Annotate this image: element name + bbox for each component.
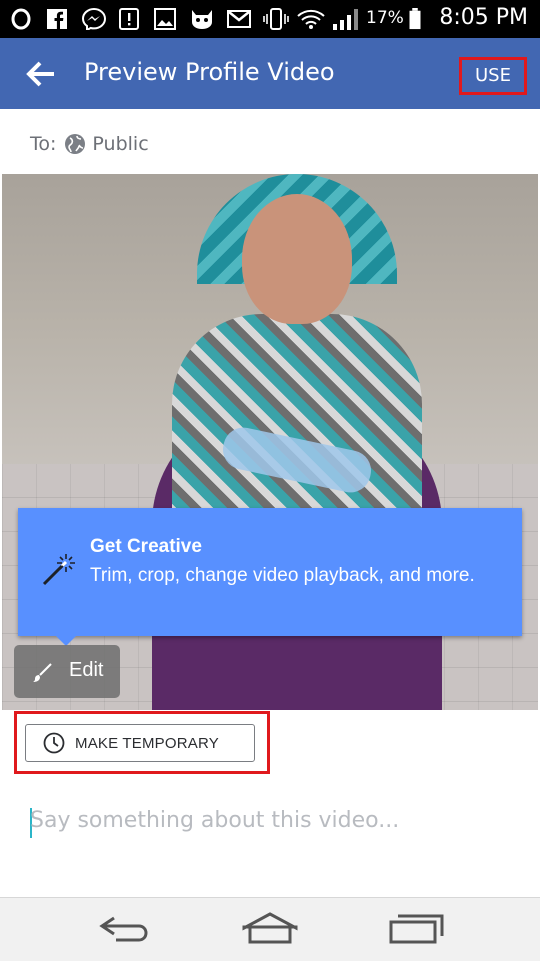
wifi-icon	[297, 9, 325, 29]
clock-time: 8:05 PM	[439, 5, 528, 30]
audience-prefix: To:	[30, 133, 57, 155]
use-button[interactable]: USE	[459, 57, 527, 95]
edit-button[interactable]: Edit	[14, 645, 120, 698]
battery-icon	[409, 8, 421, 30]
facebook-icon	[47, 9, 67, 29]
recents-nav-icon[interactable]	[388, 912, 444, 946]
alert-icon	[119, 8, 139, 30]
cat-icon	[192, 10, 212, 29]
battery-percent: 17%	[366, 8, 404, 28]
system-nav-bar	[0, 897, 540, 961]
tooltip-title: Get Creative	[90, 536, 202, 557]
app-bar: Preview Profile Video USE	[0, 38, 540, 109]
audience-value: Public	[92, 133, 149, 155]
video-subject-face	[242, 194, 352, 324]
audience-selector[interactable]: To: Public	[30, 130, 149, 158]
get-creative-tooltip[interactable]: Get Creative Trim, crop, change video pl…	[18, 508, 522, 636]
edit-label: Edit	[69, 659, 104, 681]
tooltip-body: Trim, crop, change video playback, and m…	[90, 565, 475, 586]
page-title: Preview Profile Video	[84, 58, 335, 86]
opera-icon	[11, 8, 31, 30]
clock-icon	[43, 732, 65, 754]
make-temporary-button[interactable]: MAKE TEMPORARY	[25, 724, 255, 762]
caption-input[interactable]: Say something about this video...	[30, 808, 510, 842]
vibrate-icon	[263, 8, 289, 30]
signal-icon	[333, 9, 358, 30]
brush-icon	[33, 663, 52, 682]
messenger-icon	[82, 8, 106, 30]
gmail-icon	[227, 10, 251, 28]
status-bar: 17% 8:05 PM	[0, 0, 540, 38]
home-nav-icon[interactable]	[242, 912, 298, 946]
globe-icon	[65, 134, 86, 154]
gallery-icon	[154, 8, 176, 30]
make-temporary-label: MAKE TEMPORARY	[75, 734, 219, 752]
magic-wand-icon	[42, 554, 75, 586]
back-arrow-icon[interactable]	[24, 58, 58, 90]
back-nav-icon[interactable]	[96, 912, 152, 946]
